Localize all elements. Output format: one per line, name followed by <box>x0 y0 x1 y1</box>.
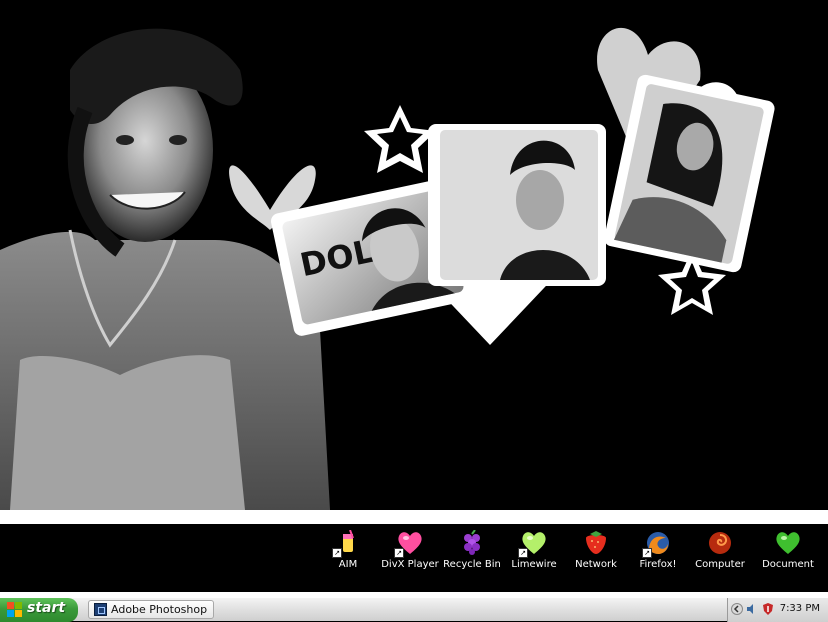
clock[interactable]: 7:33 PM <box>780 603 820 614</box>
photoshop-icon <box>94 603 107 616</box>
system-tray: 7:33 PM <box>727 598 828 622</box>
strawberry-network-icon <box>586 531 606 554</box>
desktop-icon-firefox[interactable]: ↗ Firefox! <box>628 530 688 590</box>
desktop-icon-aim[interactable]: ↗ AIM <box>318 530 378 590</box>
shortcut-arrow-icon: ↗ <box>332 548 342 558</box>
security-shield-icon[interactable] <box>762 603 774 615</box>
desktop-icon-divx-player[interactable]: ↗ DivX Player <box>380 530 440 590</box>
desktop-icon-label: Document <box>762 559 814 570</box>
wallpaper: DOL <box>0 27 775 510</box>
grapes-recycle-icon <box>464 530 480 555</box>
green-heart-document-icon <box>776 532 800 554</box>
desktop-icon-label: Network <box>575 559 617 570</box>
photo-frame <box>428 124 606 286</box>
desktop-icon-computer[interactable]: Computer <box>690 530 750 590</box>
desktop-icon-limewire[interactable]: ↗ Limewire <box>504 530 564 590</box>
speaker-icon[interactable] <box>746 603 758 615</box>
desktop-icon-label: Firefox! <box>639 559 677 570</box>
desktop-icon-label: Limewire <box>511 559 557 570</box>
computer-swirl-icon <box>709 532 731 554</box>
desktop: DOL ↗ AIM ↗ DivX Player Recycle Bin ↗ Li… <box>0 0 828 597</box>
desktop-icon-label: Recycle Bin <box>443 559 501 570</box>
start-label: start <box>27 600 66 616</box>
taskbar-button-label: Adobe Photoshop <box>111 603 208 616</box>
desktop-icon-network[interactable]: Network <box>566 530 626 590</box>
taskbar-button-photoshop[interactable]: Adobe Photoshop <box>88 600 214 619</box>
shortcut-arrow-icon: ↗ <box>518 548 528 558</box>
shortcut-arrow-icon: ↗ <box>394 548 404 558</box>
white-stripe <box>0 510 828 524</box>
start-button[interactable]: start <box>0 598 78 622</box>
windows-logo-icon <box>7 602 22 617</box>
desktop-icon-document[interactable]: Document <box>758 530 818 590</box>
desktop-icon-label: Computer <box>695 559 745 570</box>
shortcut-arrow-icon: ↗ <box>642 548 652 558</box>
desktop-icons: ↗ AIM ↗ DivX Player Recycle Bin ↗ Limewi… <box>328 530 828 592</box>
desktop-icon-label: DivX Player <box>381 559 439 570</box>
desktop-icon-label: AIM <box>338 559 358 570</box>
portrait-woman <box>0 28 330 510</box>
chevron-left-icon[interactable] <box>731 603 743 615</box>
taskbar: start Adobe Photoshop 7:33 PM <box>0 597 828 622</box>
desktop-icon-recycle-bin[interactable]: Recycle Bin <box>442 530 502 590</box>
